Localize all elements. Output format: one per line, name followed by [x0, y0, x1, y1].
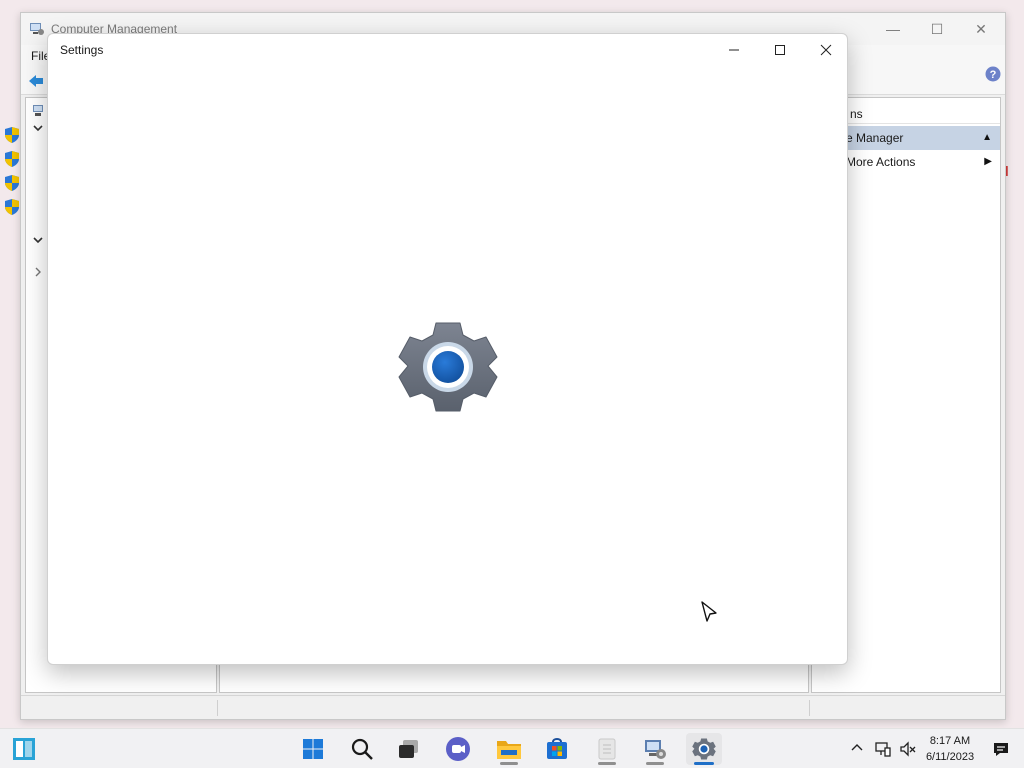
chevron-right-icon[interactable]: [32, 266, 44, 278]
task-view-icon: [399, 740, 418, 758]
settings-window: Settings: [47, 33, 848, 665]
svg-text:?: ?: [990, 69, 997, 81]
chevron-up-icon[interactable]: [850, 741, 864, 755]
running-indicator: [598, 762, 616, 765]
notification-center-icon[interactable]: [992, 740, 1010, 758]
teams-chat-icon: [446, 737, 470, 761]
widgets-button[interactable]: [6, 733, 42, 765]
status-bar: [21, 695, 1005, 719]
volume-muted-icon[interactable]: [899, 740, 917, 758]
minimize-button[interactable]: [712, 36, 756, 64]
clock-time: 8:17 AM: [929, 735, 971, 747]
start-icon: [303, 739, 323, 759]
computer-management-icon: [645, 740, 666, 759]
taskbar: 8:17 AM 6/11/2023: [0, 728, 1024, 768]
shield-icon[interactable]: [4, 150, 20, 168]
active-indicator: [694, 762, 714, 765]
computer-management-button[interactable]: [637, 733, 673, 765]
settings-window-title: Settings: [60, 43, 104, 57]
search-button[interactable]: [344, 733, 380, 765]
maximize-button[interactable]: ☐: [923, 19, 951, 39]
settings-icon: [692, 738, 716, 760]
minimize-icon: [729, 49, 739, 51]
actions-item-label: More Actions: [846, 155, 916, 169]
shield-icon[interactable]: [4, 198, 20, 216]
clock-date: 6/11/2023: [925, 751, 975, 763]
maximize-button[interactable]: [758, 36, 802, 64]
running-indicator: [646, 762, 664, 765]
task-view-button[interactable]: [391, 733, 427, 765]
minimize-button[interactable]: —: [879, 19, 907, 39]
close-button[interactable]: ✕: [967, 19, 995, 39]
mouse-cursor-icon: [701, 601, 717, 622]
computer-management-icon: [30, 23, 44, 35]
network-icon[interactable]: [874, 740, 892, 758]
back-arrow-icon[interactable]: [27, 72, 45, 90]
system-clock[interactable]: 8:17 AM 6/11/2023: [918, 733, 982, 765]
file-explorer-button[interactable]: [491, 733, 527, 765]
chevron-down-icon[interactable]: [32, 234, 44, 246]
settings-button[interactable]: [686, 733, 722, 765]
shield-icon[interactable]: [4, 174, 20, 192]
store-icon: [547, 738, 567, 759]
shield-icon[interactable]: [4, 126, 20, 144]
start-button[interactable]: [295, 733, 331, 765]
teams-chat-button[interactable]: [440, 733, 476, 765]
notepad-button[interactable]: [589, 733, 625, 765]
chevron-down-icon[interactable]: [32, 122, 44, 134]
help-icon[interactable]: ?: [985, 66, 1001, 82]
notepad-icon: [598, 738, 616, 760]
maximize-icon: [775, 45, 785, 55]
file-explorer-icon: [497, 741, 521, 759]
close-button[interactable]: [804, 36, 848, 64]
store-button[interactable]: [539, 733, 575, 765]
computer-management-icon[interactable]: [32, 104, 46, 118]
settings-gear-icon: [398, 322, 498, 412]
collapse-triangle-icon[interactable]: ▲: [982, 126, 992, 150]
submenu-arrow-icon[interactable]: ▶: [984, 150, 992, 174]
close-icon: [820, 44, 832, 56]
widgets-icon: [13, 738, 35, 760]
search-icon: [351, 738, 373, 760]
running-indicator: [500, 762, 518, 765]
actions-item-label: e Manager: [846, 131, 904, 145]
